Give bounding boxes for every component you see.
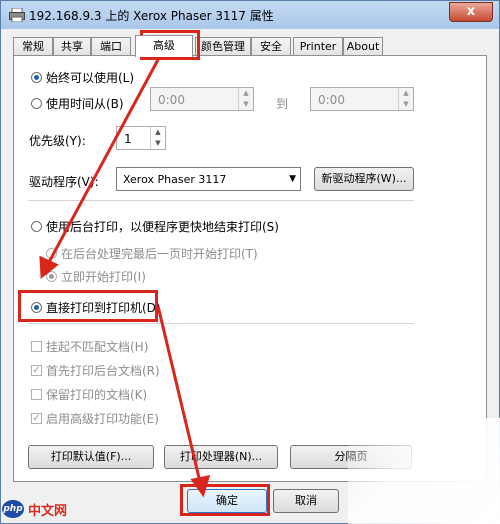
up-arrow-icon[interactable]: ▲ — [151, 127, 165, 138]
up-arrow-icon[interactable]: ▲ — [399, 88, 413, 99]
site-watermark: php 中文网 — [2, 498, 67, 520]
cancel-button[interactable]: 取消 — [273, 489, 339, 513]
chevron-down-icon: ▼ — [289, 174, 296, 184]
start-after-last-page-label: 在后台处理完最后一页时开始打印(T) — [61, 247, 258, 261]
keep-printed-checkbox[interactable] — [31, 389, 42, 400]
driver-select[interactable]: Xerox Phaser 3117 ▼ — [116, 167, 301, 191]
tab-printer[interactable]: Printer — [293, 37, 343, 55]
always-available-radio[interactable] — [31, 72, 42, 83]
to-time-spinner[interactable]: 0:00 ▲ ▼ — [310, 87, 414, 111]
title-bar: 192.168.9.3 上的 Xerox Phaser 3117 属性 x — [1, 1, 499, 29]
priority-label: 优先级(Y): — [29, 134, 86, 148]
available-from-radio[interactable] — [31, 98, 42, 109]
hold-mismatched-label: 挂起不匹配文档(H) — [46, 340, 149, 354]
spool-label: 使用后台打印，以便程序更快地结束打印(S) — [46, 220, 279, 234]
divider — [28, 323, 414, 324]
driver-label: 驱动程序(V): — [29, 175, 99, 189]
start-immediately-label: 立即开始打印(I) — [61, 270, 146, 284]
spooled-first-label: 首先打印后台文档(R) — [46, 364, 160, 378]
tab-security[interactable]: 安全 — [251, 37, 291, 55]
up-arrow-icon[interactable]: ▲ — [239, 88, 253, 99]
spool-radio[interactable] — [31, 221, 42, 232]
hold-mismatched-checkbox[interactable] — [31, 341, 42, 352]
printer-icon — [9, 8, 25, 22]
spooled-first-checkbox[interactable]: ✓ — [31, 365, 42, 376]
to-time-value: 0:00 — [318, 93, 345, 107]
start-after-last-page-radio[interactable] — [46, 248, 57, 259]
watermark-text: 中文网 — [28, 503, 68, 519]
tab-advanced[interactable]: 高级 — [135, 35, 193, 57]
divider — [28, 200, 414, 201]
priority-arrows[interactable]: ▲ ▼ — [150, 127, 165, 149]
to-time-arrows[interactable]: ▲ ▼ — [398, 88, 413, 110]
down-arrow-icon[interactable]: ▼ — [399, 99, 413, 110]
start-immediately-radio[interactable] — [46, 271, 57, 282]
highlight-ok-button — [180, 484, 270, 516]
tab-about[interactable]: About — [343, 37, 383, 55]
priority-spinner[interactable]: 1 ▲ ▼ — [116, 126, 166, 150]
print-processor-button[interactable]: 打印处理器(N)... — [164, 445, 278, 469]
tab-color-management[interactable]: 颜色管理 — [195, 37, 251, 55]
always-available-label: 始终可以使用(L) — [46, 71, 135, 85]
highlight-direct-print — [18, 290, 158, 322]
php-logo: php — [2, 500, 24, 518]
from-time-spinner[interactable]: 0:00 ▲ ▼ — [150, 87, 254, 111]
from-time-arrows[interactable]: ▲ ▼ — [238, 88, 253, 110]
from-time-value: 0:00 — [158, 93, 185, 107]
close-button[interactable]: x — [449, 2, 493, 22]
available-from-label: 使用时间从(B) — [46, 97, 124, 111]
new-driver-button[interactable]: 新驱动程序(W)... — [314, 167, 414, 191]
window-title: 192.168.9.3 上的 Xerox Phaser 3117 属性 — [29, 9, 274, 23]
watermark-fade — [348, 418, 500, 524]
keep-printed-label: 保留打印的文档(K) — [46, 388, 148, 402]
driver-value: Xerox Phaser 3117 — [123, 173, 227, 186]
advanced-features-checkbox[interactable]: ✓ — [31, 413, 42, 424]
tab-sharing[interactable]: 共享 — [53, 37, 91, 55]
advanced-features-label: 启用高级打印功能(E) — [46, 412, 159, 426]
priority-value: 1 — [124, 132, 132, 146]
to-label: 到 — [276, 97, 289, 111]
printing-defaults-button[interactable]: 打印默认值(F)... — [28, 445, 154, 469]
tab-general[interactable]: 常规 — [13, 37, 53, 55]
down-arrow-icon[interactable]: ▼ — [239, 99, 253, 110]
down-arrow-icon[interactable]: ▼ — [151, 138, 165, 149]
tab-ports[interactable]: 端口 — [91, 37, 131, 55]
